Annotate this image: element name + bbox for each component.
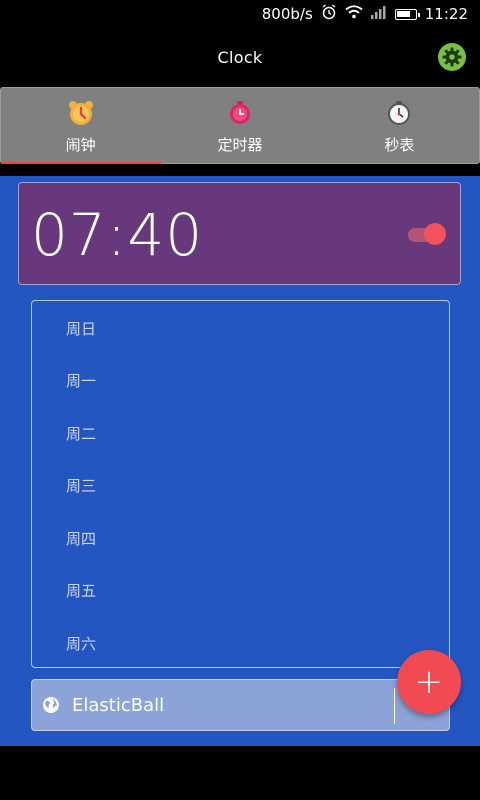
globe-icon — [43, 697, 59, 713]
alarm-enable-toggle[interactable] — [408, 223, 446, 245]
tab-spacer — [0, 164, 480, 176]
ringtone-divider — [394, 688, 395, 724]
alarm-content: 07:40 周日 周一 周二 周三 周四 周五 周六 ElasticBall + — [0, 176, 480, 746]
status-time: 11:22 — [424, 5, 468, 23]
toggle-thumb — [424, 223, 446, 245]
day-item-friday[interactable]: 周五 — [66, 580, 96, 601]
repeat-days-list: 周日 周一 周二 周三 周四 周五 周六 — [31, 300, 450, 668]
ringtone-selector[interactable]: ElasticBall — [31, 679, 450, 731]
tab-stopwatch-label: 秒表 — [384, 136, 415, 154]
day-item-thursday[interactable]: 周四 — [66, 528, 96, 549]
tab-alarm[interactable]: 闹钟 — [1, 88, 160, 163]
day-item-monday[interactable]: 周一 — [66, 370, 96, 391]
day-item-sunday[interactable]: 周日 — [66, 318, 96, 339]
tab-alarm-label: 闹钟 — [65, 136, 96, 154]
alarm-clock-icon — [66, 98, 96, 128]
tab-stopwatch[interactable]: 秒表 — [320, 88, 479, 163]
tab-bar: 闹钟 定时器 秒表 — [0, 87, 480, 165]
plus-icon: + — [414, 662, 444, 702]
bottom-area — [0, 746, 480, 800]
status-bar: 800b/s 11:22 — [0, 0, 480, 28]
battery-icon — [394, 8, 420, 20]
net-speed: 800b/s — [261, 5, 313, 23]
day-item-wednesday[interactable]: 周三 — [66, 475, 96, 496]
wifi-icon — [345, 5, 363, 23]
signal-icon — [370, 5, 387, 23]
day-item-saturday[interactable]: 周六 — [66, 633, 96, 654]
ringtone-label: ElasticBall — [72, 694, 165, 716]
app-bar: Clock — [0, 28, 480, 86]
stopwatch-icon — [384, 98, 414, 128]
alarm-card[interactable]: 07:40 — [18, 182, 461, 285]
alarm-time[interactable]: 07:40 — [31, 201, 203, 269]
day-item-tuesday[interactable]: 周二 — [66, 423, 96, 444]
app-title: Clock — [217, 47, 263, 67]
tab-timer[interactable]: 定时器 — [160, 88, 319, 163]
settings-button[interactable] — [438, 43, 466, 71]
gear-icon — [442, 47, 462, 67]
add-alarm-button[interactable]: + — [397, 650, 461, 714]
alarm-icon — [321, 4, 337, 24]
timer-icon — [225, 98, 255, 128]
tab-timer-label: 定时器 — [217, 136, 263, 154]
